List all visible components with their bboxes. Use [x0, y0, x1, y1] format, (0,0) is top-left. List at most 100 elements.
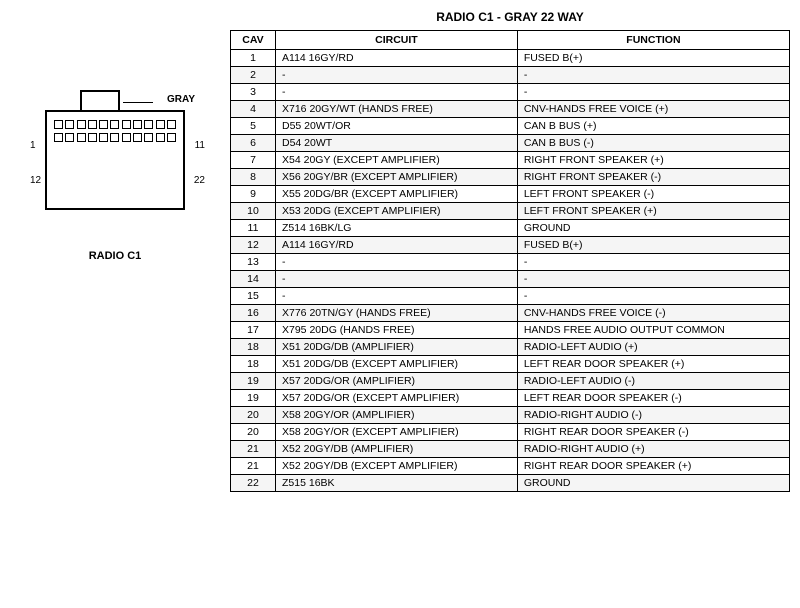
- cell-function: RIGHT FRONT SPEAKER (+): [517, 152, 789, 169]
- cell-cav: 3: [231, 84, 276, 101]
- table-row: 17X795 20DG (HANDS FREE)HANDS FREE AUDIO…: [231, 322, 790, 339]
- table-row: 20X58 20GY/OR (AMPLIFIER)RADIO-RIGHT AUD…: [231, 407, 790, 424]
- pin: [144, 133, 153, 142]
- cell-cav: 21: [231, 441, 276, 458]
- cell-circuit: X51 20DG/DB (AMPLIFIER): [276, 339, 518, 356]
- cell-function: GROUND: [517, 220, 789, 237]
- cell-function: CAN B BUS (+): [517, 118, 789, 135]
- cell-circuit: -: [276, 288, 518, 305]
- table-row: 19X57 20DG/OR (AMPLIFIER)RADIO-LEFT AUDI…: [231, 373, 790, 390]
- table-row: 7X54 20GY (EXCEPT AMPLIFIER)RIGHT FRONT …: [231, 152, 790, 169]
- right-panel: RADIO C1 - GRAY 22 WAY CAV CIRCUIT FUNCT…: [230, 0, 800, 608]
- cell-function: -: [517, 67, 789, 84]
- pin-number-1: 1: [30, 140, 36, 151]
- cell-cav: 19: [231, 390, 276, 407]
- cell-cav: 20: [231, 407, 276, 424]
- header-cav: CAV: [231, 31, 276, 50]
- connector-body: [45, 110, 185, 210]
- table-row: 13--: [231, 254, 790, 271]
- cell-cav: 6: [231, 135, 276, 152]
- table-row: 3--: [231, 84, 790, 101]
- cell-cav: 8: [231, 169, 276, 186]
- cell-cav: 4: [231, 101, 276, 118]
- cell-circuit: X54 20GY (EXCEPT AMPLIFIER): [276, 152, 518, 169]
- cell-circuit: X58 20GY/OR (AMPLIFIER): [276, 407, 518, 424]
- cell-function: -: [517, 84, 789, 101]
- cell-cav: 17: [231, 322, 276, 339]
- pin: [65, 133, 74, 142]
- pin: [77, 120, 86, 129]
- table-row: 15--: [231, 288, 790, 305]
- cell-cav: 10: [231, 203, 276, 220]
- pin: [88, 120, 97, 129]
- pin: [110, 133, 119, 142]
- cell-cav: 5: [231, 118, 276, 135]
- cell-circuit: X52 20GY/DB (AMPLIFIER): [276, 441, 518, 458]
- table-title: RADIO C1 - GRAY 22 WAY: [230, 10, 790, 24]
- pin: [122, 120, 131, 129]
- table-row: 1A114 16GY/RDFUSED B(+): [231, 50, 790, 67]
- pin: [88, 133, 97, 142]
- cell-circuit: -: [276, 271, 518, 288]
- cell-circuit: D55 20WT/OR: [276, 118, 518, 135]
- pin: [167, 120, 176, 129]
- cell-function: RIGHT REAR DOOR SPEAKER (+): [517, 458, 789, 475]
- cell-circuit: Z514 16BK/LG: [276, 220, 518, 237]
- pin: [144, 120, 153, 129]
- table-row: 6D54 20WTCAN B BUS (-): [231, 135, 790, 152]
- header-function: FUNCTION: [517, 31, 789, 50]
- gray-label: GRAY: [167, 94, 195, 105]
- pin: [99, 133, 108, 142]
- cell-circuit: A114 16GY/RD: [276, 50, 518, 67]
- cell-circuit: X58 20GY/OR (EXCEPT AMPLIFIER): [276, 424, 518, 441]
- table-row: 20X58 20GY/OR (EXCEPT AMPLIFIER)RIGHT RE…: [231, 424, 790, 441]
- cell-function: LEFT FRONT SPEAKER (-): [517, 186, 789, 203]
- table-row: 21X52 20GY/DB (AMPLIFIER)RADIO-RIGHT AUD…: [231, 441, 790, 458]
- cell-function: RIGHT FRONT SPEAKER (-): [517, 169, 789, 186]
- cell-cav: 18: [231, 339, 276, 356]
- pin-row-bottom: [47, 129, 183, 142]
- pin-number-22: 22: [194, 175, 205, 186]
- cell-function: CNV-HANDS FREE VOICE (+): [517, 101, 789, 118]
- cell-function: -: [517, 254, 789, 271]
- table-row: 8X56 20GY/BR (EXCEPT AMPLIFIER)RIGHT FRO…: [231, 169, 790, 186]
- pin: [133, 133, 142, 142]
- cell-cav: 9: [231, 186, 276, 203]
- pin: [77, 133, 86, 142]
- cell-cav: 15: [231, 288, 276, 305]
- table-row: 22Z515 16BKGROUND: [231, 475, 790, 492]
- cell-cav: 7: [231, 152, 276, 169]
- cell-function: CNV-HANDS FREE VOICE (-): [517, 305, 789, 322]
- table-row: 11Z514 16BK/LGGROUND: [231, 220, 790, 237]
- pin: [167, 133, 176, 142]
- cell-cav: 12: [231, 237, 276, 254]
- cell-circuit: Z515 16BK: [276, 475, 518, 492]
- cell-function: RADIO-LEFT AUDIO (+): [517, 339, 789, 356]
- pin: [156, 133, 165, 142]
- cell-cav: 2: [231, 67, 276, 84]
- pin-row-top: [47, 112, 183, 129]
- pin: [54, 133, 63, 142]
- radio-label: RADIO C1: [89, 250, 142, 262]
- cell-circuit: D54 20WT: [276, 135, 518, 152]
- table-row: 21X52 20GY/DB (EXCEPT AMPLIFIER)RIGHT RE…: [231, 458, 790, 475]
- cell-function: RADIO-RIGHT AUDIO (-): [517, 407, 789, 424]
- cell-function: -: [517, 271, 789, 288]
- cell-cav: 16: [231, 305, 276, 322]
- cell-circuit: X53 20DG (EXCEPT AMPLIFIER): [276, 203, 518, 220]
- pin-number-11: 11: [195, 140, 205, 151]
- cell-circuit: X51 20DG/DB (EXCEPT AMPLIFIER): [276, 356, 518, 373]
- table-row: 5D55 20WT/ORCAN B BUS (+): [231, 118, 790, 135]
- cell-function: RIGHT REAR DOOR SPEAKER (-): [517, 424, 789, 441]
- pin: [133, 120, 142, 129]
- cell-circuit: X57 20DG/OR (AMPLIFIER): [276, 373, 518, 390]
- left-panel: GRAY: [0, 0, 230, 608]
- cell-cav: 1: [231, 50, 276, 67]
- cell-cav: 21: [231, 458, 276, 475]
- table-row: 4X716 20GY/WT (HANDS FREE)CNV-HANDS FREE…: [231, 101, 790, 118]
- pin: [99, 120, 108, 129]
- gray-line: [123, 102, 153, 103]
- cell-function: LEFT FRONT SPEAKER (+): [517, 203, 789, 220]
- cell-circuit: X55 20DG/BR (EXCEPT AMPLIFIER): [276, 186, 518, 203]
- pin: [122, 133, 131, 142]
